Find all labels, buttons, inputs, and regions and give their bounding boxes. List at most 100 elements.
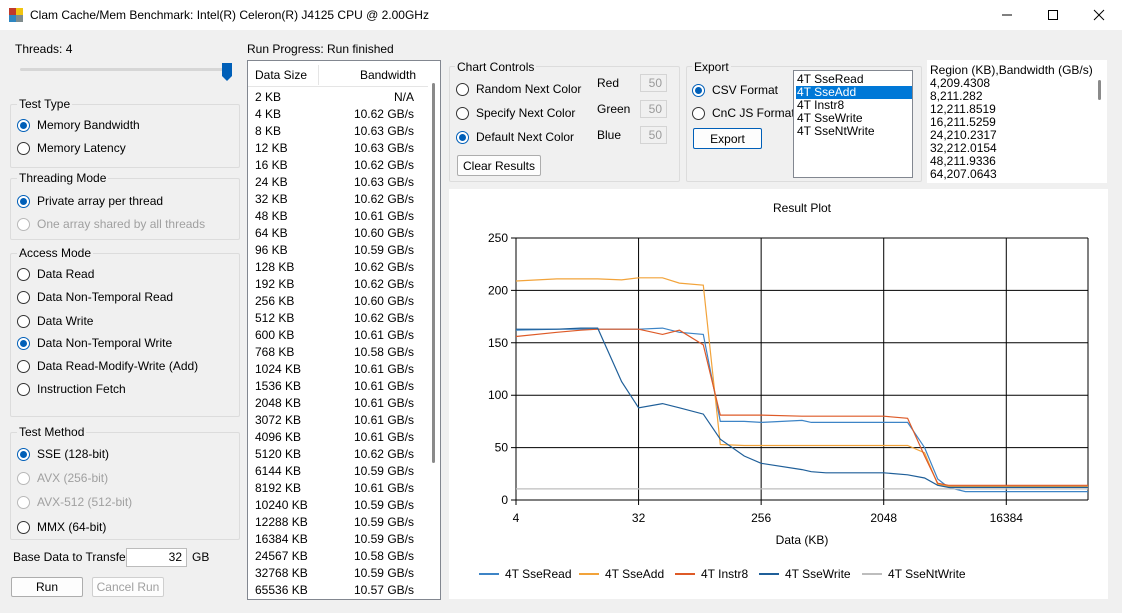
radio-default-color[interactable]: Default Next Color xyxy=(456,130,574,144)
progress-row[interactable]: 32 KB 10.62 GB/s xyxy=(248,191,424,208)
maximize-button[interactable] xyxy=(1030,0,1076,30)
progress-row[interactable]: 512 KB 10.62 GB/s xyxy=(248,310,424,327)
progress-data-size: 4 KB xyxy=(255,107,282,121)
progress-data-size: 2048 KB xyxy=(255,396,302,410)
y-tick-label: 100 xyxy=(488,388,508,402)
green-input[interactable]: 50 xyxy=(640,100,667,118)
legend-label: 4T SseAdd xyxy=(605,567,664,581)
progress-bandwidth: 10.62 GB/s xyxy=(353,447,414,461)
progress-row[interactable]: 48 KB 10.61 GB/s xyxy=(248,208,424,225)
progress-row[interactable]: 64 KB 10.60 GB/s xyxy=(248,225,424,242)
series-line-4t-sseread xyxy=(515,327,1088,493)
minimize-button[interactable] xyxy=(984,0,1030,30)
progress-row[interactable]: 4 KB 10.62 GB/s xyxy=(248,106,424,123)
progress-row[interactable]: 24 KB 10.63 GB/s xyxy=(248,174,424,191)
radio-mmx[interactable]: MMX (64-bit) xyxy=(17,520,106,534)
progress-data-size: 192 KB xyxy=(255,277,295,291)
col-header-bandwidth[interactable]: Bandwidth xyxy=(360,68,416,82)
progress-row[interactable]: 2 KB N/A xyxy=(248,89,424,106)
csv-scroll-thumb[interactable] xyxy=(1098,80,1101,100)
progress-row[interactable]: 32768 KB 10.59 GB/s xyxy=(248,565,424,582)
radio-data-nt-read[interactable]: Data Non-Temporal Read xyxy=(17,290,173,304)
progress-row[interactable]: 128 KB 10.62 GB/s xyxy=(248,259,424,276)
radio-shared-array[interactable]: One array shared by all threads xyxy=(17,217,205,231)
maximize-icon xyxy=(1048,10,1058,20)
progress-scroll-thumb[interactable] xyxy=(432,83,435,463)
progress-row[interactable]: 8 KB 10.63 GB/s xyxy=(248,123,424,140)
radio-avx[interactable]: AVX (256-bit) xyxy=(17,471,108,485)
result-plot-chart: Result Plot43225620481638413107210485760… xyxy=(479,201,1122,581)
radio-cnc-js-format[interactable]: CnC JS Format xyxy=(692,106,795,120)
progress-data-size: 1536 KB xyxy=(255,379,302,393)
progress-row[interactable]: 6144 KB 10.59 GB/s xyxy=(248,463,424,480)
radio-private-array[interactable]: Private array per thread xyxy=(17,194,163,208)
progress-data-size: 12288 KB xyxy=(255,515,308,529)
progress-data-size: 48 KB xyxy=(255,209,288,223)
radio-specify-color[interactable]: Specify Next Color xyxy=(456,106,575,120)
progress-row[interactable]: 4096 KB 10.61 GB/s xyxy=(248,429,424,446)
result-plot-panel: Result Plot43225620481638413107210485760… xyxy=(449,189,1122,599)
progress-row[interactable]: 10240 KB 10.59 GB/s xyxy=(248,497,424,514)
progress-row[interactable]: 16384 KB 10.59 GB/s xyxy=(248,531,424,548)
red-input[interactable]: 50 xyxy=(640,74,667,92)
radio-data-rmw[interactable]: Data Read-Modify-Write (Add) xyxy=(17,359,198,373)
export-series-list[interactable]: 4T SseRead 4T SseAdd 4T Instr8 4T SseWri… xyxy=(793,70,913,178)
radio-random-color[interactable]: Random Next Color xyxy=(456,82,581,96)
progress-row[interactable]: 600 KB 10.61 GB/s xyxy=(248,327,424,344)
y-tick-label: 150 xyxy=(488,336,508,350)
radio-data-write[interactable]: Data Write xyxy=(17,314,93,328)
close-button[interactable] xyxy=(1076,0,1122,30)
radio-instruction-fetch[interactable]: Instruction Fetch xyxy=(17,382,126,396)
test-type-title: Test Type xyxy=(17,97,73,111)
chart-title: Result Plot xyxy=(773,201,832,215)
progress-row[interactable]: 3072 KB 10.61 GB/s xyxy=(248,412,424,429)
export-button[interactable]: Export xyxy=(693,128,762,149)
slider-thumb[interactable] xyxy=(221,62,233,82)
export-series-item[interactable]: 4T SseNtWrite xyxy=(796,125,875,138)
progress-data-size: 128 KB xyxy=(255,260,295,274)
progress-row[interactable]: 1024 KB 10.61 GB/s xyxy=(248,361,424,378)
cancel-run-button[interactable]: Cancel Run xyxy=(92,577,164,597)
progress-bandwidth: 10.59 GB/s xyxy=(353,515,414,529)
radio-memory-bandwidth[interactable]: Memory Bandwidth xyxy=(17,118,140,132)
progress-row[interactable]: 96 KB 10.59 GB/s xyxy=(248,242,424,259)
progress-row[interactable]: 8192 KB 10.61 GB/s xyxy=(248,480,424,497)
base-data-input[interactable]: 32 xyxy=(126,548,187,567)
progress-row[interactable]: 256 KB 10.60 GB/s xyxy=(248,293,424,310)
progress-row[interactable]: 1536 KB 10.61 GB/s xyxy=(248,378,424,395)
radio-data-nt-write[interactable]: Data Non-Temporal Write xyxy=(17,336,172,350)
progress-data-size: 32768 KB xyxy=(255,566,308,580)
col-header-data-size[interactable]: Data Size xyxy=(255,68,307,82)
series-line-4t-sseadd xyxy=(515,277,1088,487)
threads-slider[interactable] xyxy=(18,62,236,82)
radio-data-read[interactable]: Data Read xyxy=(17,267,94,281)
progress-row[interactable]: 12 KB 10.63 GB/s xyxy=(248,140,424,157)
clear-results-button[interactable]: Clear Results xyxy=(457,155,541,176)
progress-row[interactable]: 65536 KB 10.57 GB/s xyxy=(248,582,424,599)
run-progress-list[interactable]: Data Size Bandwidth 2 KB N/A 4 KB 10.62 GB/… xyxy=(247,60,441,600)
progress-row[interactable]: 5120 KB 10.62 GB/s xyxy=(248,446,424,463)
progress-row[interactable]: 768 KB 10.58 GB/s xyxy=(248,344,424,361)
progress-bandwidth: 10.61 GB/s xyxy=(353,430,414,444)
progress-data-size: 24567 KB xyxy=(255,549,308,563)
csv-output-text[interactable]: Region (KB),Bandwidth (GB/s) 4,209.4308 … xyxy=(927,60,1107,183)
threading-mode-title: Threading Mode xyxy=(17,171,109,185)
blue-input[interactable]: 50 xyxy=(640,126,667,144)
radio-csv-format[interactable]: CSV Format xyxy=(692,83,778,97)
legend-label: 4T SseNtWrite xyxy=(888,567,966,581)
run-button[interactable]: Run xyxy=(11,577,83,597)
progress-bandwidth: 10.61 GB/s xyxy=(353,379,414,393)
radio-avx512[interactable]: AVX-512 (512-bit) xyxy=(17,495,132,509)
progress-row[interactable]: 12288 KB 10.59 GB/s xyxy=(248,514,424,531)
progress-data-size: 96 KB xyxy=(255,243,288,257)
threads-label: Threads: 4 xyxy=(15,42,73,56)
test-method-title: Test Method xyxy=(17,425,87,439)
progress-row[interactable]: 16 KB 10.62 GB/s xyxy=(248,157,424,174)
progress-row[interactable]: 192 KB 10.62 GB/s xyxy=(248,276,424,293)
radio-memory-latency[interactable]: Memory Latency xyxy=(17,141,126,155)
progress-row[interactable]: 2048 KB 10.61 GB/s xyxy=(248,395,424,412)
progress-bandwidth: 10.61 GB/s xyxy=(353,209,414,223)
progress-row[interactable]: 24567 KB 10.58 GB/s xyxy=(248,548,424,565)
minimize-icon xyxy=(1002,14,1012,16)
radio-sse[interactable]: SSE (128-bit) xyxy=(17,447,109,461)
